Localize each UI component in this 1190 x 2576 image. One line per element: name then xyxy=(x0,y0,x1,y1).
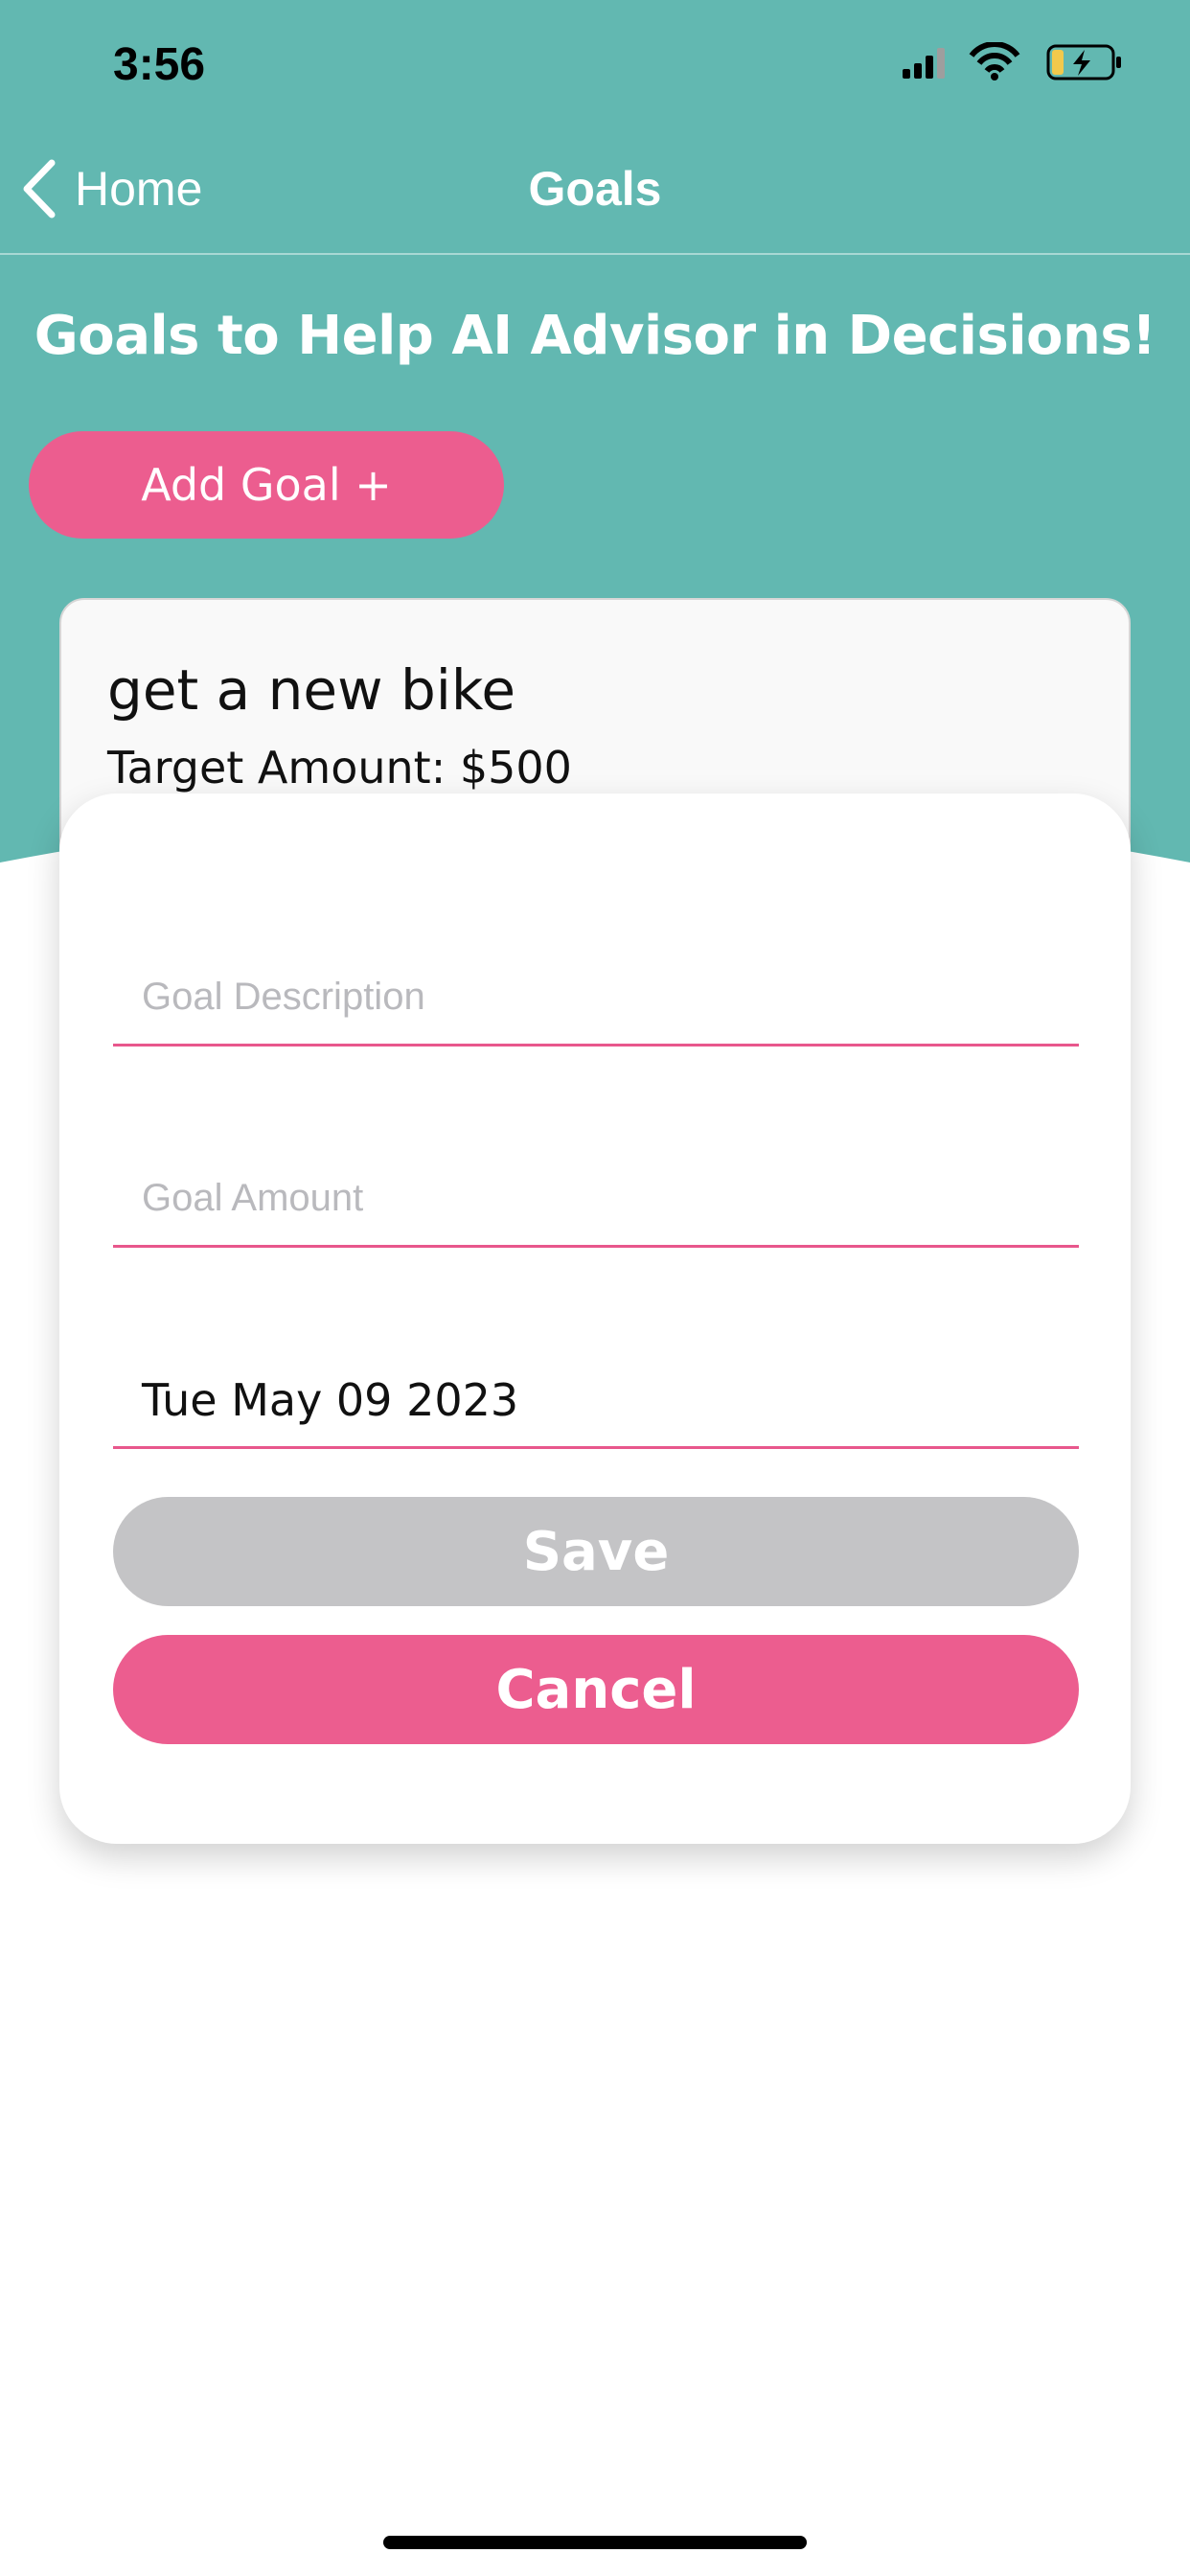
cellular-signal-icon xyxy=(903,48,945,79)
cancel-button[interactable]: Cancel xyxy=(113,1635,1079,1744)
goal-amount-input[interactable] xyxy=(113,1177,1079,1220)
nav-title: Goals xyxy=(528,162,662,216)
wifi-icon xyxy=(969,42,1020,80)
goal-description-field xyxy=(113,951,1079,1046)
goal-description-input[interactable] xyxy=(113,976,1079,1019)
home-indicator xyxy=(383,2536,807,2549)
goal-description: get a new bike xyxy=(107,657,516,723)
status-time: 3:56 xyxy=(113,39,206,90)
nav-divider xyxy=(0,253,1190,255)
goal-amount-field xyxy=(113,1152,1079,1248)
add-goal-modal: Tue May 09 2023 Save Cancel xyxy=(59,794,1131,1844)
save-button[interactable]: Save xyxy=(113,1497,1079,1606)
battery-charging-icon xyxy=(1046,44,1121,80)
goal-date-value: Tue May 09 2023 xyxy=(142,1373,519,1426)
add-goal-button[interactable]: Add Goal + xyxy=(29,431,504,539)
page-heading: Goals to Help AI Advisor in Decisions! xyxy=(34,305,1156,367)
goal-date-field[interactable]: Tue May 09 2023 xyxy=(113,1353,1079,1449)
goal-target-amount: Target Amount: $500 xyxy=(107,742,572,794)
status-icons xyxy=(903,42,1121,80)
